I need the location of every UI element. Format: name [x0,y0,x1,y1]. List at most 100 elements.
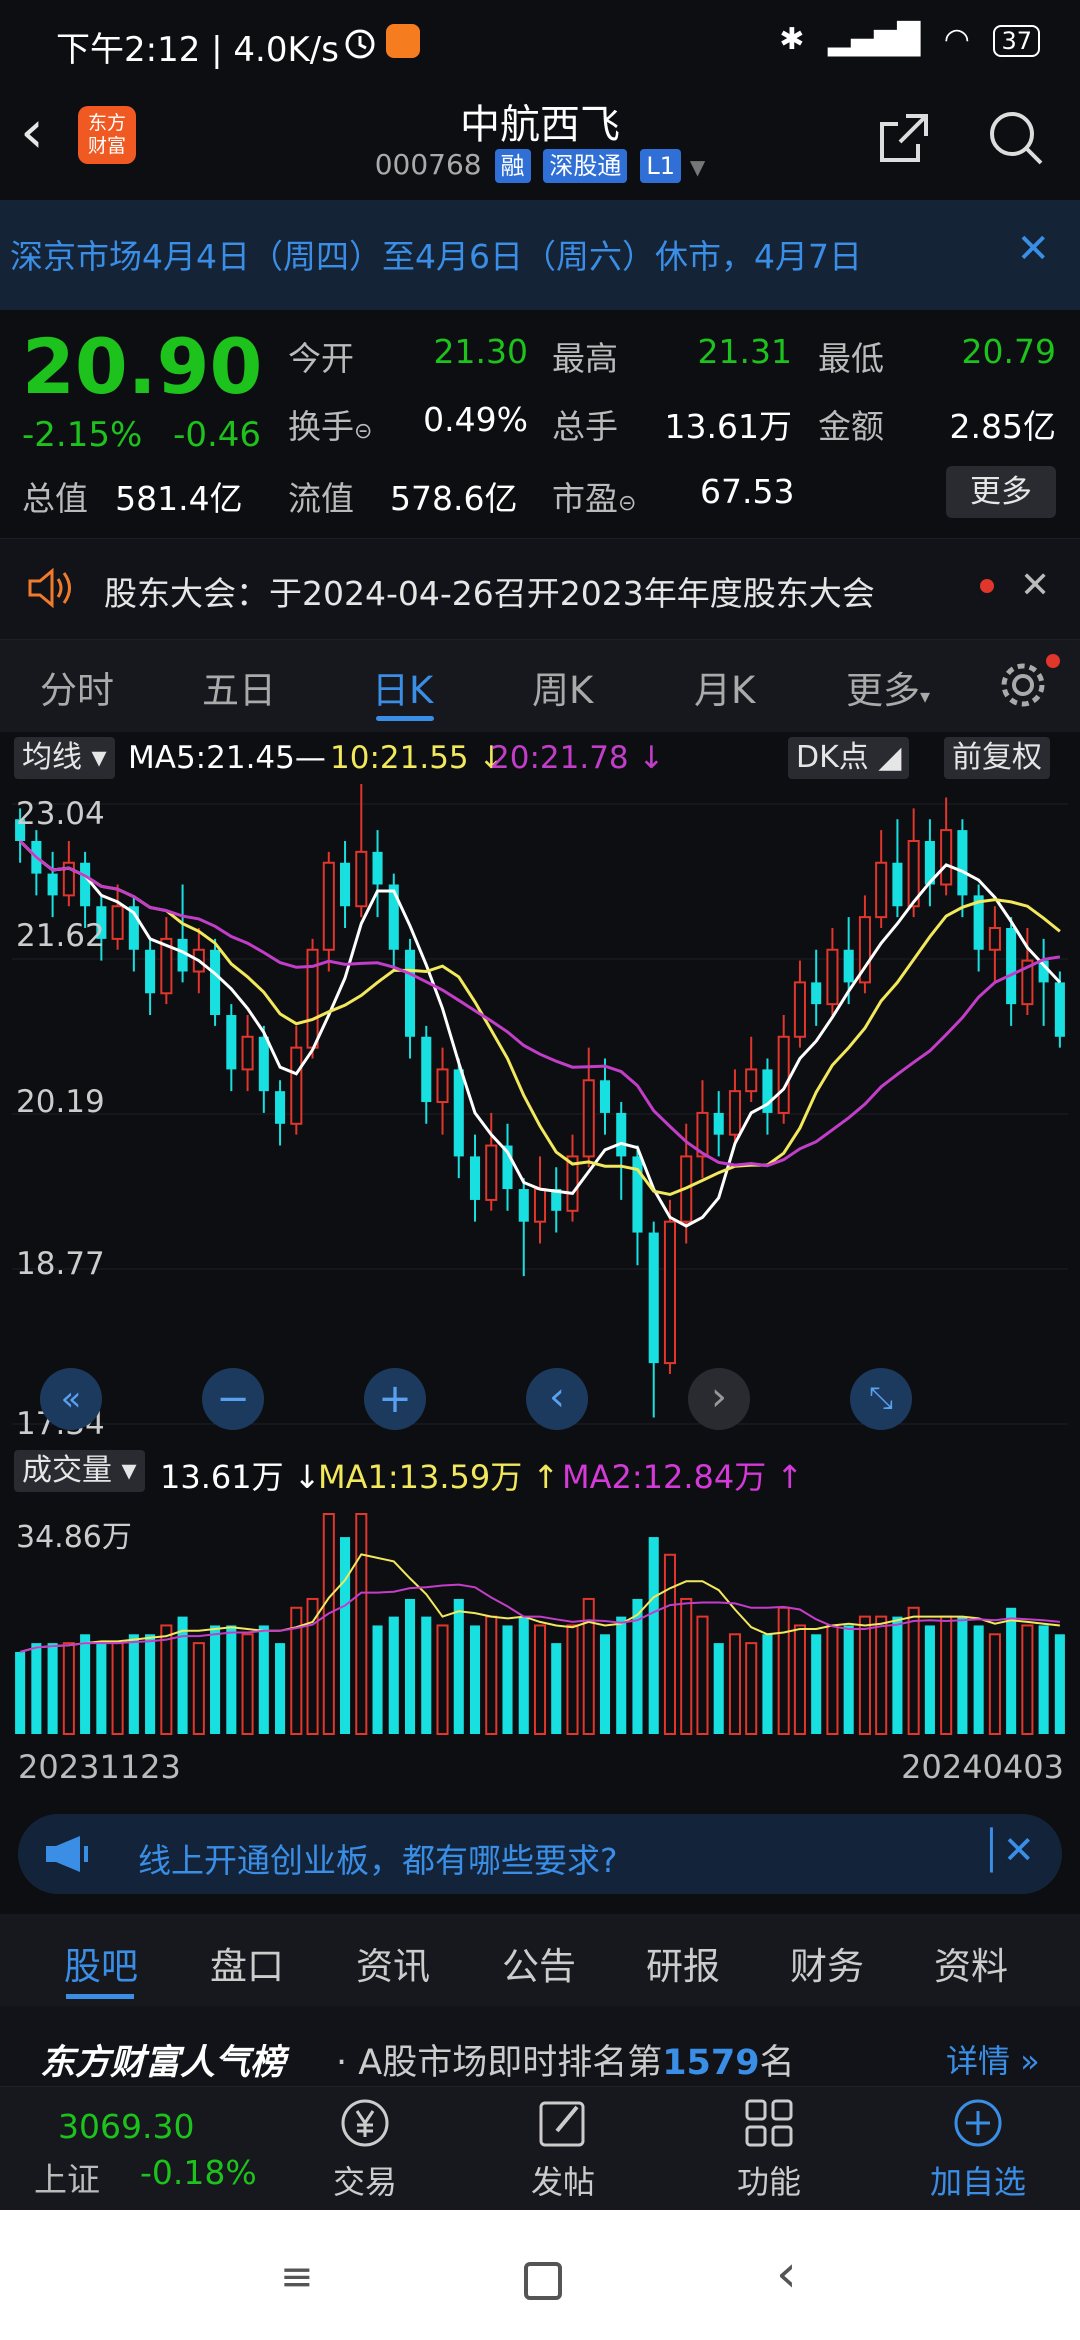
battery-icon: 37 [993,25,1040,57]
share-icon[interactable] [872,106,936,170]
candle-body [745,1068,758,1093]
candle-body [728,1090,741,1136]
amount-label: 金额 [818,407,884,446]
tab-daily-k[interactable]: 日K [372,660,433,714]
candle-body [340,862,351,907]
trade-button[interactable]: 交易 [320,2093,410,2203]
margin-tag: 融 [494,149,531,183]
close-icon[interactable]: ✕ [1020,565,1050,606]
active-tab-indicator [66,1994,134,1999]
volume-bar [80,1634,91,1734]
volume-bar [648,1537,659,1734]
tab-more[interactable]: 更多▾ [846,660,930,714]
post-button[interactable]: 发帖 [518,2093,608,2203]
y-axis-label-1: 23.04 [16,796,105,832]
content-tabs: 股吧 盘口 资讯 公告 研报 财务 资料 [0,1914,1080,2006]
volume-bar [713,1643,724,1734]
functions-button[interactable]: 功能 [724,2093,814,2203]
promo-banner[interactable]: 线上开通创业板，都有哪些要求? │✕ [18,1814,1062,1894]
tab-monthly-k[interactable]: 月K [694,660,755,714]
scroll-left-button[interactable]: ‹ [526,1368,588,1430]
settings-badge [1046,654,1060,668]
turnover-label: 换手⊝ [288,407,373,446]
candle-body [663,1220,677,1365]
tab-order-book[interactable]: 盘口 [210,1936,284,1990]
candle-body [47,873,58,896]
volume-bar [843,1625,854,1734]
candle-body [988,927,1001,951]
high-label: 最高 [552,339,618,378]
volume-ma1: MA1:13.59万 ↑ [318,1458,560,1496]
zoom-out-button[interactable]: − [202,1368,264,1430]
tab-profile[interactable]: 资料 [934,1936,1008,1990]
gear-icon[interactable] [996,658,1050,716]
volume-bar [388,1616,399,1734]
open-label: 今开 [288,339,354,378]
tab-news[interactable]: 资讯 [356,1936,430,1990]
volume-bar [436,1624,449,1735]
volume-bar [258,1625,269,1734]
home-icon[interactable] [524,2262,562,2300]
tab-weekly-k[interactable]: 周K [532,660,593,714]
announcement-text: 股东大会：于2024-04-26召开2023年年度股东大会 [104,574,875,613]
rank-detail-link[interactable]: 详情 » [946,2036,1040,2082]
shenzhen-connect-tag: 深股通 [543,149,628,183]
volume-type-select[interactable]: 成交量 ▾ [14,1450,145,1492]
amount-value: 2.85亿 [949,407,1056,446]
quote-panel: 20.90 -2.15% -0.46 总值 581.4亿 今开 21.30 最高… [0,310,1080,538]
close-icon[interactable]: │✕ [980,1828,1035,1872]
zoom-in-button[interactable]: + [364,1368,426,1430]
dk-point-select[interactable]: DK点 ◢ [788,737,910,779]
tab-intraday[interactable]: 分时 [40,660,114,714]
chevron-down-icon[interactable]: ▼ [690,155,705,179]
volume-bar [777,1606,790,1735]
market-cap-label: 总值 [22,479,88,518]
volume-bar [306,1597,319,1735]
volume-bar [924,1625,935,1734]
status-bar: 下午2:12 | 4.0K/s ✱ ▂▄▆█ ◠ 37 [0,0,1080,84]
volume-bar [1021,1624,1034,1735]
fullscreen-button[interactable]: ⤡ [850,1368,912,1430]
search-icon[interactable] [984,106,1048,170]
pe-label: 市盈⊝ [552,479,637,518]
candlestick-chart[interactable] [12,784,1068,1444]
candle-body [793,981,806,1038]
back-nav-icon[interactable]: ‹ [776,2244,797,2304]
volume-bar [340,1537,351,1734]
tab-announcements[interactable]: 公告 [502,1936,576,1990]
y-axis-label-3: 20.19 [16,1084,105,1120]
candle-body [582,1079,595,1158]
candle-body [1006,928,1017,1005]
volume-bar [875,1615,888,1735]
volume-bar [1038,1625,1049,1734]
last-price: 20.90 [22,322,263,411]
tab-five-day[interactable]: 五日 [202,660,276,714]
unread-dot [980,579,994,593]
scroll-right-button[interactable]: › [688,1368,750,1430]
scroll-start-button[interactable]: « [40,1368,102,1430]
volume-bar [15,1651,26,1734]
candle-body [322,861,335,951]
announcement-bar[interactable]: 股东大会：于2024-04-26召开2023年年度股东大会 ✕ [0,538,1080,640]
ma-type-select[interactable]: 均线 ▾ [14,737,115,779]
info-icon[interactable]: ⊝ [354,419,372,444]
price-adjust-select[interactable]: 前复权 [944,737,1050,779]
volume-bar [551,1643,562,1734]
add-watchlist-button[interactable]: 加自选 [918,2093,1038,2203]
candle-body [145,949,156,994]
volume-bar [745,1642,758,1736]
more-button[interactable]: 更多 [946,466,1056,518]
menu-icon[interactable]: ≡ [280,2254,314,2300]
volume-label: 总手 [552,407,618,446]
tab-research[interactable]: 研报 [646,1936,720,1990]
candle-body [453,1069,464,1157]
ma10-line [19,839,1061,1197]
volume-chart[interactable] [12,1498,1068,1738]
close-icon[interactable]: ✕ [1016,226,1050,272]
tab-guba[interactable]: 股吧 [64,1936,138,1990]
volume-bar [453,1598,464,1734]
candle-body [957,830,968,896]
market-notice-banner[interactable]: 深京市场4月4日（周四）至4月6日（周六）休市，4月7日 ✕ [0,200,1080,310]
tab-financials[interactable]: 财务 [790,1936,864,1990]
info-icon[interactable]: ⊝ [618,491,636,516]
